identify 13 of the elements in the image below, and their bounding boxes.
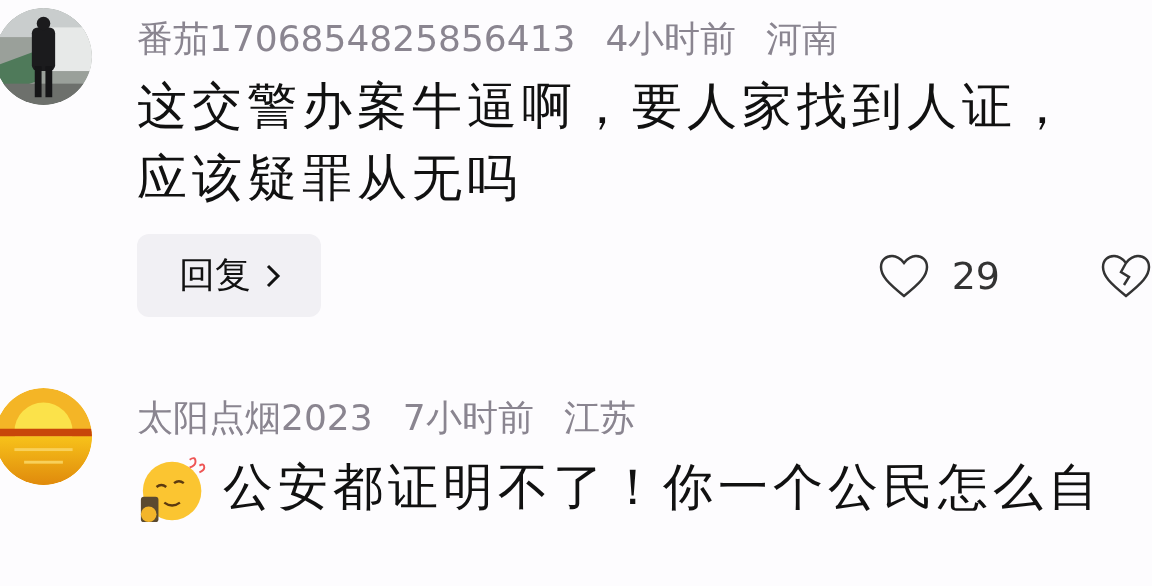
comment-time: 4小时前: [605, 16, 737, 61]
broken-heart-icon[interactable]: [1100, 252, 1152, 299]
comment-location: 江苏: [563, 395, 636, 440]
heart-icon[interactable]: [877, 252, 930, 299]
comment-text: 公安都证明不了！你一个公民怎么自: [223, 457, 1103, 518]
comment-text: 这交警办案牛逼啊，要人家找到人证， 应该疑罪从无吗: [137, 76, 1072, 209]
comment-location: 河南: [766, 16, 839, 61]
username[interactable]: 番茄1706854825856413: [137, 14, 576, 64]
comment-time: 7小时前: [402, 395, 534, 440]
username[interactable]: 太阳点烟2023: [137, 393, 373, 443]
like-count: 29: [951, 253, 1000, 298]
reply-button[interactable]: 回复: [137, 234, 321, 317]
chevron-icon: [265, 262, 281, 289]
